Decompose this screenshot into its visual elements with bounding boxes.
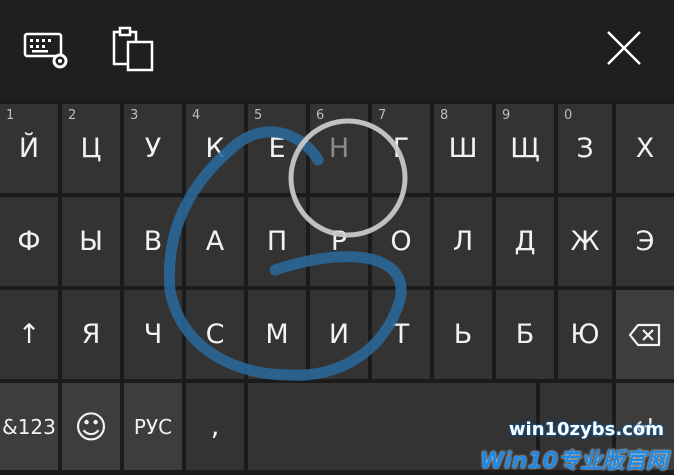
shift-key[interactable]: ↑ xyxy=(0,290,58,379)
key-number: 3 xyxy=(130,108,139,123)
key-ж[interactable]: Ж xyxy=(558,197,612,286)
key-label: Ы xyxy=(79,226,103,257)
language-label: РУС xyxy=(133,414,173,439)
key-number: 8 xyxy=(440,108,449,123)
comma-key[interactable]: , xyxy=(186,383,244,470)
key-н[interactable]: 6 Н xyxy=(310,104,368,193)
watermark-url: win10zybs.com xyxy=(508,419,664,440)
emoji-key[interactable]: ☺ xyxy=(62,383,120,470)
key-label: Я xyxy=(81,319,101,350)
key-ч[interactable]: Ч xyxy=(124,290,182,379)
key-label: Ш xyxy=(448,133,478,164)
key-б[interactable]: Б xyxy=(496,290,554,379)
key-ю[interactable]: Ю xyxy=(558,290,612,379)
key-label: Ц xyxy=(80,133,102,164)
emoji-icon: ☺ xyxy=(74,407,108,446)
key-х[interactable]: Х xyxy=(616,104,674,193)
key-label: , xyxy=(210,411,220,442)
close-button[interactable] xyxy=(598,24,654,76)
clipboard-icon xyxy=(112,26,154,72)
key-label: Й xyxy=(18,133,40,164)
keyboard-toolbar xyxy=(0,0,674,100)
key-label: Щ xyxy=(510,133,540,164)
key-label: Н xyxy=(328,133,350,164)
key-label: Ю xyxy=(570,319,600,350)
key-number: 7 xyxy=(378,108,387,123)
watermark-logo: Win10专业版官网 xyxy=(479,449,668,474)
key-з[interactable]: 0 З xyxy=(558,104,612,193)
key-label: Б xyxy=(515,319,535,350)
key-п[interactable]: П xyxy=(248,197,306,286)
key-и[interactable]: И xyxy=(310,290,368,379)
key-г[interactable]: 7 Г xyxy=(372,104,430,193)
key-number: 0 xyxy=(564,108,573,123)
key-label: А xyxy=(205,226,225,257)
key-ы[interactable]: Ы xyxy=(62,197,120,286)
key-label: С xyxy=(205,319,225,350)
close-icon xyxy=(607,31,641,65)
key-number: 2 xyxy=(68,108,77,123)
key-label: Д xyxy=(514,226,536,257)
key-label: Р xyxy=(330,226,348,257)
backspace-icon xyxy=(628,323,661,346)
key-label: У xyxy=(144,133,162,164)
key-label: В xyxy=(143,226,163,257)
key-е[interactable]: 5 Е xyxy=(248,104,306,193)
key-label: М xyxy=(265,319,289,350)
key-label: З xyxy=(576,133,594,164)
keyboard-settings-button[interactable] xyxy=(20,24,76,76)
language-key[interactable]: РУС xyxy=(124,383,182,470)
key-number: 6 xyxy=(316,108,325,123)
key-label: Т xyxy=(392,319,410,350)
keyboard: 1 Й 2 Ц 3 У 4 К 5 Е 6 Н 7 Г 8 Ш 9 Щ 0 З … xyxy=(0,100,674,470)
key-number: 9 xyxy=(502,108,511,123)
key-label: Ч xyxy=(143,319,163,350)
symbols-label: &123 xyxy=(2,414,56,439)
key-ь[interactable]: Ь xyxy=(434,290,492,379)
key-label: К xyxy=(205,133,225,164)
key-я[interactable]: Я xyxy=(62,290,120,379)
key-т[interactable]: Т xyxy=(372,290,430,379)
key-ф[interactable]: Ф xyxy=(0,197,58,286)
key-р[interactable]: Р xyxy=(310,197,368,286)
key-label: И xyxy=(328,319,350,350)
keyboard-settings-icon xyxy=(23,32,68,69)
key-щ[interactable]: 9 Щ xyxy=(496,104,554,193)
key-label: Ь xyxy=(453,319,473,350)
symbols-key[interactable]: &123 xyxy=(0,383,58,470)
key-л[interactable]: Л xyxy=(434,197,492,286)
key-у[interactable]: 3 У xyxy=(124,104,182,193)
key-м[interactable]: М xyxy=(248,290,306,379)
key-о[interactable]: О xyxy=(372,197,430,286)
key-label: Е xyxy=(268,133,286,164)
key-label: П xyxy=(266,226,288,257)
key-label: Л xyxy=(452,226,474,257)
clipboard-button[interactable] xyxy=(104,24,160,76)
key-й[interactable]: 1 Й xyxy=(0,104,58,193)
key-в[interactable]: В xyxy=(124,197,182,286)
key-ш[interactable]: 8 Ш xyxy=(434,104,492,193)
key-а[interactable]: А xyxy=(186,197,244,286)
backspace-key[interactable] xyxy=(616,290,674,379)
key-number: 5 xyxy=(254,108,263,123)
key-ц[interactable]: 2 Ц xyxy=(62,104,120,193)
key-с[interactable]: С xyxy=(186,290,244,379)
key-label: О xyxy=(390,226,412,257)
key-э[interactable]: Э xyxy=(616,197,674,286)
key-number: 4 xyxy=(192,108,201,123)
shift-icon: ↑ xyxy=(17,319,41,350)
key-label: Э xyxy=(635,226,655,257)
key-к[interactable]: 4 К xyxy=(186,104,244,193)
key-label: Ф xyxy=(17,226,41,257)
key-label: Х xyxy=(635,133,655,164)
key-label: Г xyxy=(392,133,410,164)
key-д[interactable]: Д xyxy=(496,197,554,286)
key-label: Ж xyxy=(570,226,600,257)
key-number: 1 xyxy=(6,108,15,123)
